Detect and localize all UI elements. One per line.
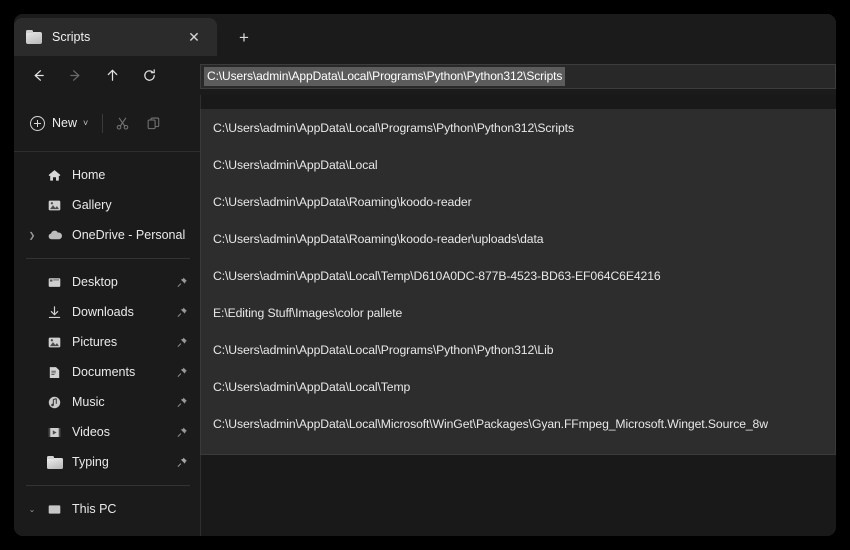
suggestion-item[interactable]: C:\Users\admin\AppData\Local\Programs\Py… <box>201 109 835 146</box>
suggestion-item[interactable]: C:\Users\admin\AppData\Local\Temp <box>201 368 835 405</box>
sidebar-item-documents[interactable]: Documents <box>18 357 196 387</box>
sidebar-item-music[interactable]: Music <box>18 387 196 417</box>
download-icon <box>46 304 63 321</box>
sidebar-item-label: Pictures <box>72 335 118 349</box>
chevron-down-icon[interactable]: ⌄ <box>24 494 40 524</box>
thispc-icon <box>46 501 63 518</box>
desktop-icon <box>46 274 63 291</box>
sidebar-item-label: OneDrive - Personal <box>72 228 186 242</box>
gallery-icon <box>46 197 63 214</box>
sidebar-item-onedrive[interactable]: ❯ OneDrive - Personal <box>18 220 196 250</box>
sidebar-item-label: This PC <box>72 502 117 516</box>
suggestion-item[interactable]: C:\Users\admin\AppData\Roaming\koodo-rea… <box>201 220 835 257</box>
sidebar-item-typing[interactable]: Typing <box>18 447 196 477</box>
cloud-icon <box>46 227 63 244</box>
pin-icon[interactable] <box>177 337 188 348</box>
sidebar-item-label: Typing <box>72 455 109 469</box>
videos-icon <box>46 424 63 441</box>
up-button[interactable] <box>96 61 129 90</box>
sidebar-item-downloads[interactable]: Downloads <box>18 297 196 327</box>
folder-icon <box>26 30 43 44</box>
close-icon[interactable]: ✕ <box>181 24 207 50</box>
toolbar-divider <box>102 113 104 133</box>
tab-bar: Scripts ✕ + <box>14 14 836 56</box>
pin-icon[interactable] <box>177 367 188 378</box>
sidebar-item-label: Gallery <box>72 198 112 212</box>
sidebar-item-label: Desktop <box>72 275 118 289</box>
sidebar-item-label: Music <box>72 395 105 409</box>
folder-icon <box>46 454 63 471</box>
sidebar-separator <box>26 258 190 259</box>
chevron-right-icon[interactable]: ❯ <box>24 220 40 250</box>
pin-icon[interactable] <box>177 397 188 408</box>
documents-icon <box>46 364 63 381</box>
suggestion-item[interactable]: E:\Editing Stuff\Images\color pallete <box>201 294 835 331</box>
pin-icon[interactable] <box>177 307 188 318</box>
sidebar-item-gallery[interactable]: Gallery <box>18 190 196 220</box>
sidebar-item-label: Videos <box>72 425 110 439</box>
sidebar-item-label: Home <box>72 168 106 182</box>
home-icon <box>46 167 63 184</box>
file-explorer-window: Scripts ✕ + New ˅ Home Gallery ❯ OneDriv… <box>14 14 836 536</box>
pin-icon[interactable] <box>177 427 188 438</box>
sidebar-item-videos[interactable]: Videos <box>18 417 196 447</box>
sidebar-separator <box>26 485 190 486</box>
sidebar-item-label: Downloads <box>72 305 134 319</box>
pin-icon[interactable] <box>177 277 188 288</box>
back-button[interactable] <box>22 61 55 90</box>
pictures-icon <box>46 334 63 351</box>
suggestion-item[interactable]: C:\Users\admin\AppData\Local\Temp\D610A0… <box>201 257 835 294</box>
command-bar: New ˅ <box>14 95 200 151</box>
refresh-button[interactable] <box>133 61 166 90</box>
tab-title: Scripts <box>52 30 91 44</box>
music-icon <box>46 394 63 411</box>
plus-circle-icon <box>30 115 45 131</box>
suggestion-item[interactable]: C:\Users\admin\AppData\Local <box>201 146 835 183</box>
suggestion-item[interactable]: C:\Users\admin\AppData\Local\Programs\Py… <box>201 331 835 368</box>
navigation-pane[interactable]: Home Gallery ❯ OneDrive - Personal Deskt… <box>14 151 200 536</box>
new-tab-button[interactable]: + <box>227 20 261 54</box>
forward-button[interactable] <box>59 61 92 90</box>
new-button[interactable]: New ˅ <box>24 108 96 138</box>
sidebar-item-this-pc[interactable]: ⌄ This PC <box>18 494 196 524</box>
copy-button[interactable] <box>138 108 169 138</box>
tab-scripts[interactable]: Scripts ✕ <box>14 18 217 56</box>
sidebar-item-home[interactable]: Home <box>18 160 196 190</box>
sidebar-item-pictures[interactable]: Pictures <box>18 327 196 357</box>
cut-button[interactable] <box>107 108 138 138</box>
new-button-label: New <box>52 116 78 130</box>
sidebar-item-label: Documents <box>72 365 136 379</box>
address-suggestions-dropdown[interactable]: C:\Users\admin\AppData\Local\Programs\Py… <box>200 109 836 455</box>
address-input[interactable]: C:\Users\admin\AppData\Local\Programs\Py… <box>204 67 566 86</box>
suggestion-item[interactable]: C:\Users\admin\AppData\Roaming\koodo-rea… <box>201 183 835 220</box>
chevron-down-icon: ˅ <box>83 117 89 128</box>
sidebar-item-desktop[interactable]: Desktop <box>18 267 196 297</box>
pin-icon[interactable] <box>177 457 188 468</box>
suggestion-item[interactable]: C:\Users\admin\AppData\Local\Microsoft\W… <box>201 405 835 442</box>
address-bar[interactable]: C:\Users\admin\AppData\Local\Programs\Py… <box>200 64 836 89</box>
